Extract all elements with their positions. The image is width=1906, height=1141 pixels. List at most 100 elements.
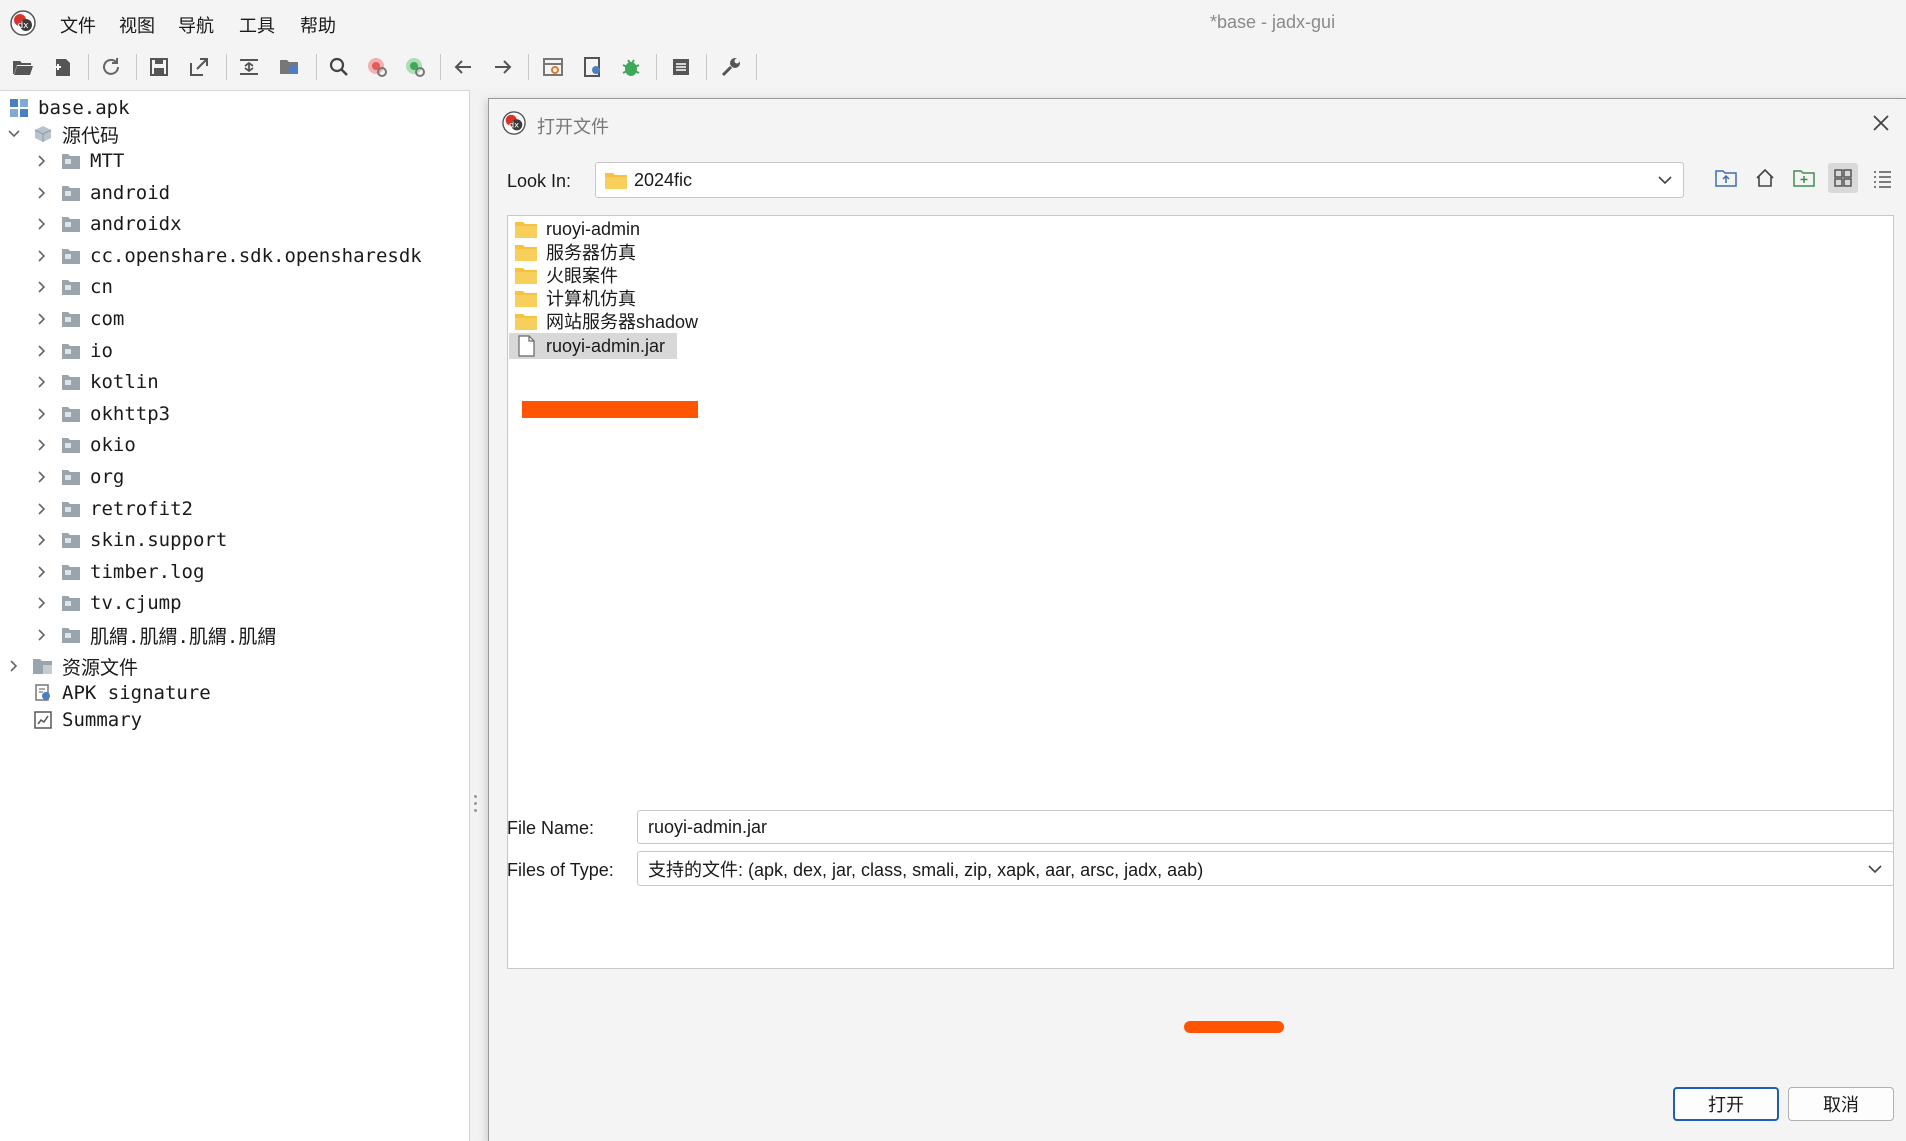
svg-text:dx: dx [509,120,519,130]
menu-view[interactable]: 视图 [119,12,155,38]
tree-node-package[interactable]: org [34,462,124,492]
menu-tools[interactable]: 工具 [239,12,275,38]
tree-label: okio [90,434,136,457]
chevron-right-icon[interactable] [34,501,50,517]
list-item[interactable]: 网站服务器shadow [514,308,710,334]
look-in-label: Look In: [507,171,572,191]
find-class-icon[interactable] [362,52,392,82]
tree-label: org [90,466,125,488]
reload-icon[interactable] [96,52,126,82]
tree-node-package[interactable]: okhttp3 [34,399,170,429]
tree-node-apk-signature[interactable]: APK signature [32,678,211,708]
search-icon[interactable] [324,52,354,82]
tree-node-resources[interactable]: 资源文件 [6,651,138,681]
chevron-right-icon[interactable] [34,469,50,485]
chevron-right-icon[interactable] [6,658,22,674]
tree-node-package[interactable]: androidx [34,209,182,239]
project-tree[interactable]: base.apk 源代码 MTT android androidx cc.opensh… [0,90,470,1141]
file-name-field[interactable]: ruoyi-admin.jar [637,810,1894,844]
chevron-right-icon[interactable] [34,564,50,580]
tree-node-package[interactable]: tv.cjump [34,588,182,618]
chevron-right-icon[interactable] [34,185,50,201]
tree-label: retrofit2 [90,497,193,520]
tree-node-summary[interactable]: Summary [32,705,142,735]
deobfuscation-icon[interactable] [538,52,568,82]
package-box-icon [32,124,54,144]
open-file-icon[interactable] [8,52,38,82]
menu-file[interactable]: 文件 [60,12,96,38]
chevron-right-icon[interactable] [34,343,50,359]
tree-node-package[interactable]: kotlin [34,367,159,397]
jadx-logo-icon: dx [10,10,36,36]
tree-node-package[interactable]: cn [34,272,113,302]
open-button[interactable]: 打开 [1673,1087,1779,1121]
chevron-down-icon[interactable] [1867,861,1883,877]
details-view-icon[interactable] [1867,163,1897,193]
file-type-value: 支持的文件: (apk, dex, jar, class, smali, zip… [648,859,1204,880]
tree-node-package[interactable]: skin.support [34,525,227,555]
apk-icon [8,98,30,118]
package-folder-icon [60,341,82,361]
file-name: 网站服务器shadow [546,312,699,332]
tree-label: android [90,181,171,204]
chevron-down-icon[interactable] [1657,172,1673,188]
chevron-right-icon[interactable] [34,248,50,264]
find-usage-icon[interactable] [400,52,430,82]
tree-node-package[interactable]: 肌緭.肌緭.肌緭.肌緭 [34,620,276,650]
add-files-icon[interactable] [48,52,78,82]
chevron-right-icon[interactable] [34,374,50,390]
tree-node-package[interactable]: MTT [34,146,124,176]
forward-icon[interactable] [488,52,518,82]
splitter-grip-icon[interactable] [474,795,478,817]
chevron-right-icon[interactable] [34,532,50,548]
up-folder-icon[interactable] [1711,163,1741,193]
save-icon[interactable] [144,52,174,82]
chevron-right-icon[interactable] [34,595,50,611]
sync-tree-icon[interactable] [234,52,264,82]
menu-help[interactable]: 帮助 [300,12,336,38]
chevron-right-icon[interactable] [34,311,50,327]
log-icon[interactable] [666,52,696,82]
preferences-icon[interactable] [716,52,746,82]
chevron-right-icon[interactable] [34,153,50,169]
tree-node-package[interactable]: io [34,336,113,366]
tree-node-package[interactable]: retrofit2 [34,494,193,524]
file-type-select[interactable]: 支持的文件: (apk, dex, jar, class, smali, zip… [637,851,1894,886]
chevron-down-icon[interactable] [6,126,22,142]
list-item-selected[interactable]: ruoyi-admin.jar [509,333,678,359]
chevron-right-icon[interactable] [34,627,50,643]
tree-node-package[interactable]: android [34,178,170,208]
tree-node-package[interactable]: timber.log [34,557,204,587]
tree-node-package[interactable]: okio [34,430,136,460]
tree-node-package[interactable]: com [34,304,124,334]
menu-bar: dx 文件 视图 导航 工具 帮助 *base - jadx-gui [0,0,1906,46]
tree-node-package[interactable]: cc.openshare.sdk.opensharesdk [34,241,422,271]
back-icon[interactable] [448,52,478,82]
home-icon[interactable] [1750,163,1780,193]
file-icon [514,335,538,357]
package-folder-icon [60,246,82,266]
look-in-value: 2024fic [634,169,693,190]
package-folder-icon [60,530,82,550]
close-icon[interactable] [1867,109,1895,137]
list-view-icon[interactable] [1828,163,1858,193]
menu-navigation[interactable]: 导航 [178,12,214,38]
splitter[interactable] [470,90,488,1141]
chevron-right-icon[interactable] [34,279,50,295]
flatten-packages-icon[interactable] [274,52,304,82]
cancel-button[interactable]: 取消 [1788,1087,1894,1121]
tree-label: io [90,339,113,362]
new-folder-icon[interactable] [1789,163,1819,193]
look-in-combo[interactable]: 2024fic [595,162,1684,198]
package-folder-icon [60,214,82,234]
chevron-right-icon[interactable] [34,216,50,232]
quark-icon[interactable] [578,52,608,82]
chevron-right-icon[interactable] [34,437,50,453]
export-icon[interactable] [184,52,214,82]
toolbar [0,46,1906,88]
tree-node-source[interactable]: 源代码 [6,119,119,149]
tree-label: com [90,308,125,330]
package-folder-icon [60,467,82,487]
debug-icon[interactable] [616,52,646,82]
chevron-right-icon[interactable] [34,406,50,422]
